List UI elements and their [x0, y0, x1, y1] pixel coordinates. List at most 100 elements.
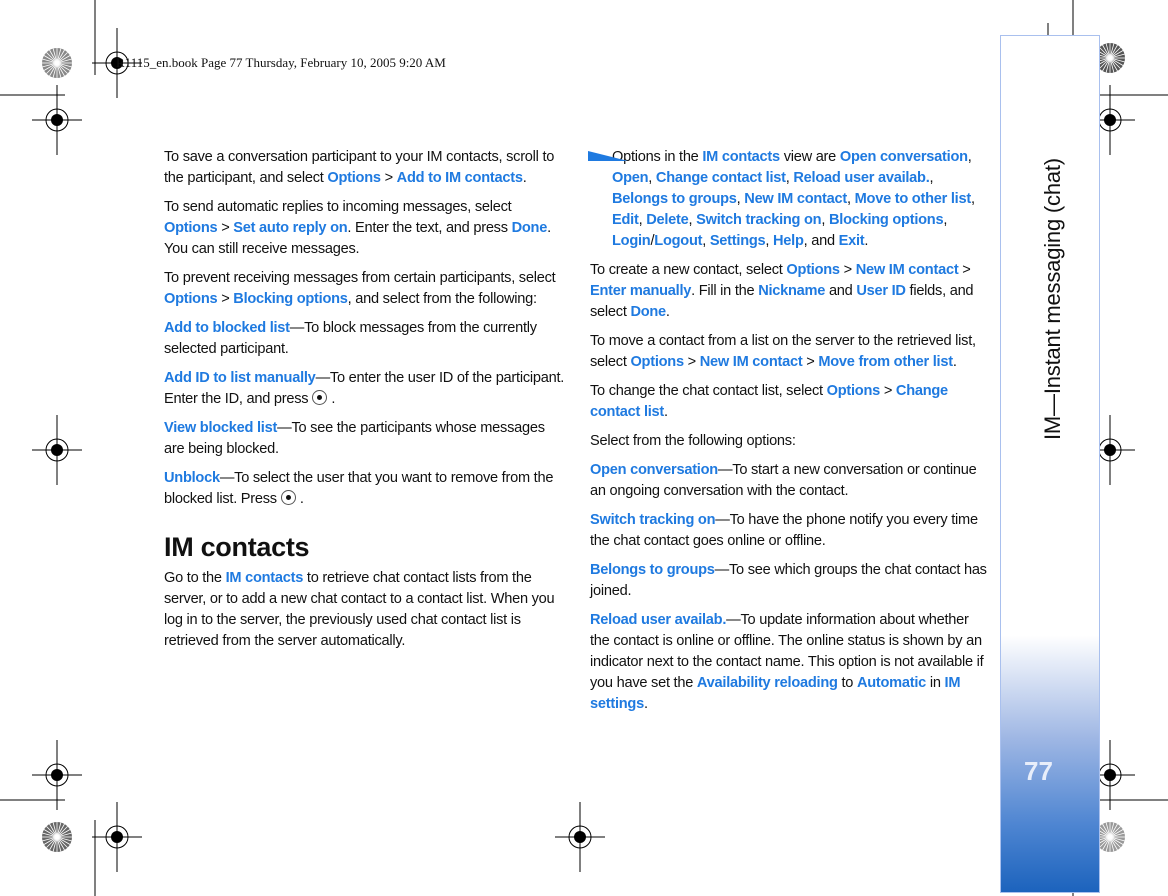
page-number: 77: [1024, 756, 1053, 786]
menu-term: Nickname: [758, 283, 826, 299]
text-run: and: [825, 283, 857, 299]
text-run: —To select the user that you want to rem…: [164, 470, 554, 507]
paragraph: Add ID to list manually—To enter the use…: [164, 368, 568, 410]
text-run: ,: [648, 170, 656, 186]
text-run: ,: [765, 233, 774, 249]
text-run: .: [665, 304, 670, 320]
paragraph: To save a conversation participant to yo…: [164, 147, 568, 189]
text-run: ,: [929, 170, 934, 186]
menu-term: Switch tracking on: [696, 212, 822, 228]
paragraph: Go to the IM contacts to retrieve chat c…: [164, 568, 568, 652]
text-run: .: [643, 696, 648, 712]
menu-term: Delete: [646, 212, 689, 228]
text-run: >: [880, 383, 896, 399]
menu-term: Options: [786, 262, 840, 278]
paragraph: To send automatic replies to incoming me…: [164, 197, 568, 260]
text-run: in: [926, 675, 945, 691]
menu-term: Options: [826, 383, 881, 399]
menu-term: Open conversation: [590, 462, 718, 478]
right-column: Options in the IM contacts view are Open…: [588, 147, 988, 723]
menu-term: Logout: [654, 233, 703, 249]
text-run: To prevent receiving messages from certa…: [164, 270, 556, 286]
menu-term: Options: [327, 170, 381, 186]
text-run: .: [522, 170, 527, 186]
menu-term: Done: [511, 220, 548, 236]
menu-term: Open: [612, 170, 649, 186]
menu-term: Change contact list: [655, 170, 786, 186]
menu-term: New IM contact: [855, 262, 959, 278]
tip-icon: [588, 151, 628, 161]
text-run: >: [839, 262, 856, 278]
text-run: , and: [803, 233, 839, 249]
menu-term: Add to blocked list: [164, 320, 290, 336]
menu-term: Reload user availab.: [793, 170, 930, 186]
text-run: ,: [847, 191, 855, 207]
menu-term: Switch tracking on: [590, 512, 716, 528]
text-run: Go to the: [164, 570, 226, 586]
joystick-select-icon: [312, 390, 328, 405]
menu-term: Add ID to list manually: [164, 370, 316, 386]
menu-term: Options: [630, 354, 684, 370]
paragraph: Switch tracking on—To have the phone not…: [590, 510, 988, 552]
menu-term: Set auto reply on: [233, 220, 348, 236]
color-target: [42, 822, 72, 852]
menu-term: New IM contact: [744, 191, 848, 207]
menu-term: Move to other list: [854, 191, 972, 207]
menu-term: Enter manually: [590, 283, 692, 299]
text-run: .: [952, 354, 957, 370]
menu-term: Automatic: [856, 675, 927, 691]
text-run: ,: [943, 212, 948, 228]
menu-term: Move from other list: [818, 354, 953, 370]
menu-term: IM contacts: [702, 149, 780, 165]
text-run: .: [664, 404, 668, 420]
text-run: >: [802, 354, 819, 370]
paragraph: To prevent receiving messages from certa…: [164, 268, 568, 310]
registration-mark: [32, 415, 82, 485]
menu-term: Login: [612, 233, 651, 249]
text-run: .: [864, 233, 869, 249]
menu-term: Help: [773, 233, 804, 249]
text-run: ,: [970, 191, 975, 207]
paragraph: Belongs to groups—To see which groups th…: [590, 560, 988, 602]
menu-term: Open conversation: [839, 149, 968, 165]
chapter-title: IM—Instant messaging (chat): [1040, 158, 1065, 440]
color-target: [42, 48, 72, 78]
paragraph: Unblock—To select the user that you want…: [164, 468, 568, 510]
paragraph: Add to blocked list—To block messages fr…: [164, 318, 568, 360]
text-run: >: [217, 291, 234, 307]
menu-term: Reload user availab.: [590, 612, 727, 628]
paragraph: View blocked list—To see the participant…: [164, 418, 568, 460]
paragraph: Reload user availab.—To update informati…: [590, 610, 988, 715]
text-run: to: [837, 675, 857, 691]
text-run: ,: [967, 149, 972, 165]
menu-term: Belongs to groups: [612, 191, 737, 207]
menu-term: User ID: [856, 283, 906, 299]
text-run: ,: [821, 212, 829, 228]
menu-term: Settings: [709, 233, 766, 249]
text-run: >: [683, 354, 700, 370]
registration-mark: [555, 802, 605, 872]
section-heading: IM contacts: [164, 532, 568, 562]
text-run: >: [958, 262, 971, 278]
paragraph: Select from the following options:: [590, 431, 988, 452]
menu-term: New IM contact: [699, 354, 803, 370]
menu-term: Belongs to groups: [590, 562, 715, 578]
text-run: To send automatic replies to incoming me…: [164, 199, 512, 215]
paragraph: To move a contact from a list on the ser…: [590, 331, 988, 373]
paragraph: To change the chat contact list, select …: [590, 381, 988, 423]
registration-mark: [92, 802, 142, 872]
menu-term: IM contacts: [225, 570, 304, 586]
print-header: R1115_en.book Page 77 Thursday, February…: [116, 55, 446, 70]
text-run: . Enter the text, and press: [347, 220, 512, 236]
text-run: To create a new contact, select: [590, 262, 787, 278]
text-run: . Fill in the: [691, 283, 759, 299]
paragraph: Open conversation—To start a new convers…: [590, 460, 988, 502]
text-run: To change the chat contact list, select: [590, 383, 827, 399]
text-run: .: [331, 391, 336, 407]
text-run: ,: [702, 233, 710, 249]
text-run: , and select from the following:: [347, 291, 537, 307]
menu-term: Blocking options: [828, 212, 944, 228]
paragraph: To create a new contact, select Options …: [590, 260, 988, 323]
menu-term: Options: [164, 220, 218, 236]
tip-note: Options in the IM contacts view are Open…: [588, 147, 988, 252]
